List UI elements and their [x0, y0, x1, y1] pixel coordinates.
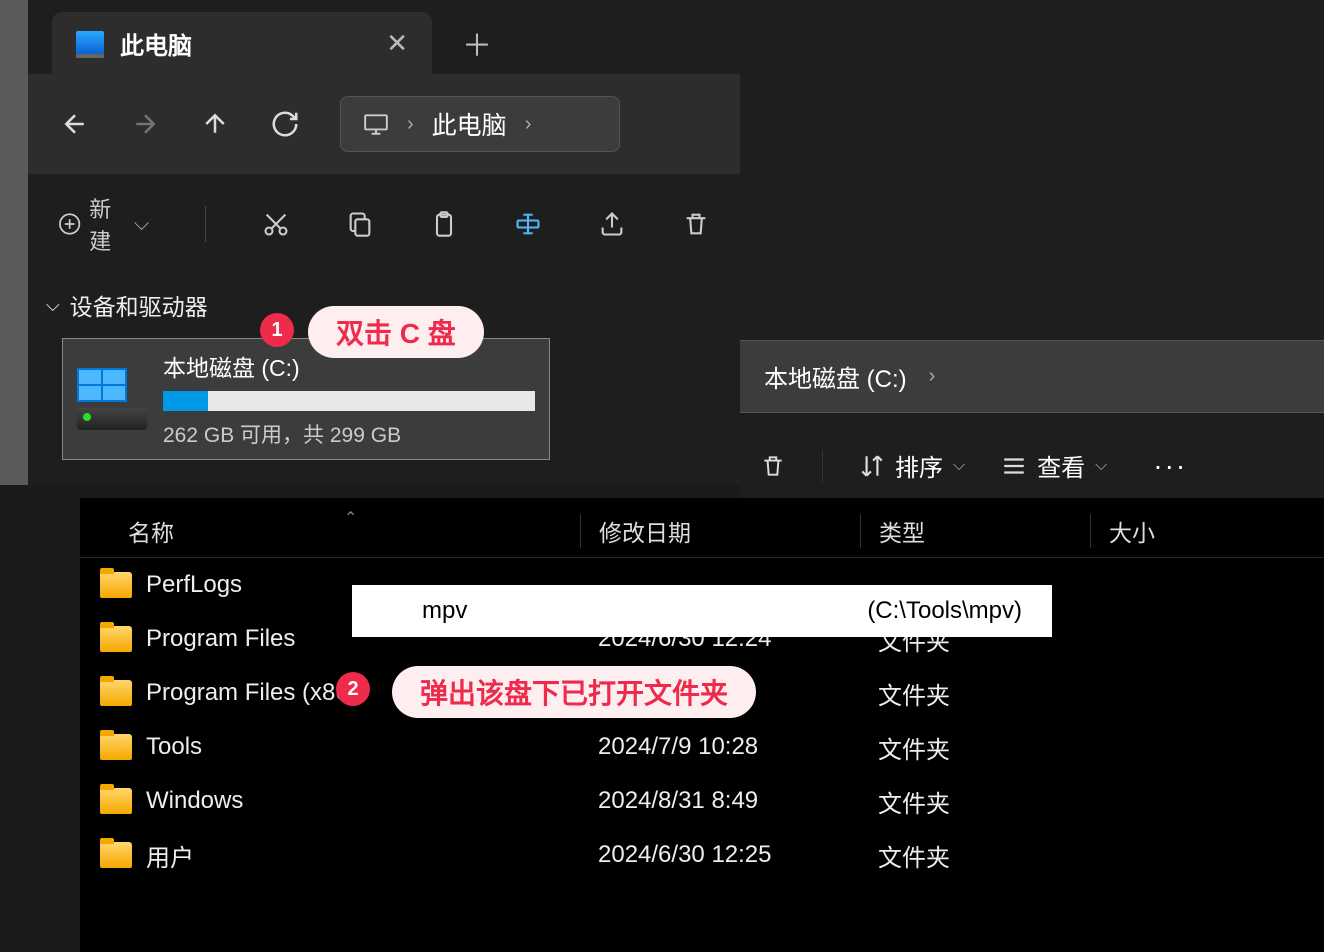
new-button[interactable]: 新建 ⌵: [58, 192, 149, 256]
folder-icon: [100, 788, 132, 814]
col-type[interactable]: 类型: [860, 514, 1090, 548]
chevron-right-icon: ›: [525, 113, 532, 136]
toolbar-right: 排序 ⌵ 查看 ⌵ ···: [740, 436, 1324, 495]
cut-button[interactable]: [262, 210, 290, 238]
folder-icon: [100, 734, 132, 760]
breadcrumb-text: 此电脑: [432, 106, 507, 142]
toolbar: 新建 ⌵: [28, 174, 740, 274]
new-tab-button[interactable]: ＋: [432, 12, 522, 74]
view-label: 查看: [1037, 448, 1085, 483]
view-button[interactable]: 查看 ⌵: [1001, 448, 1107, 483]
table-row[interactable]: 用户 2024/6/30 12:25 文件夹: [80, 828, 1324, 882]
up-button[interactable]: [200, 109, 230, 139]
chevron-down-icon: ⌵: [134, 213, 149, 236]
annotation-badge-1: 1: [260, 313, 294, 347]
drive-icon: [77, 368, 147, 430]
delete-button[interactable]: [682, 210, 710, 238]
col-size[interactable]: 大小: [1090, 514, 1250, 548]
paste-button[interactable]: [430, 210, 458, 238]
column-headers: 名称 ⌃ 修改日期 类型 大小: [80, 504, 1324, 558]
nav-bar: › 此电脑 ›: [28, 74, 740, 174]
close-icon[interactable]: ✕: [386, 28, 408, 59]
copy-button[interactable]: [346, 210, 374, 238]
drive-c[interactable]: 本地磁盘 (C:) 262 GB 可用，共 299 GB: [62, 338, 550, 460]
popup-name: mpv: [422, 597, 467, 625]
chevron-right-icon: ›: [407, 113, 414, 136]
refresh-button[interactable]: [270, 109, 300, 139]
breadcrumb-c[interactable]: 本地磁盘 (C:) ›: [740, 340, 1324, 413]
drive-usage-bar: [163, 391, 535, 411]
col-date[interactable]: 修改日期: [580, 514, 860, 548]
drive-subtitle: 262 GB 可用，共 299 GB: [163, 419, 535, 449]
breadcrumb-text: 本地磁盘 (C:): [764, 359, 907, 394]
annotation-1: 双击 C 盘: [308, 306, 484, 358]
popup-path: (C:\Tools\mpv): [867, 597, 1022, 625]
folder-icon: [100, 842, 132, 868]
monitor-icon: [76, 31, 104, 55]
annotation-badge-2: 2: [336, 672, 370, 706]
delete-button[interactable]: [760, 453, 786, 479]
folder-icon: [100, 626, 132, 652]
monitor-icon: [363, 113, 389, 135]
col-name[interactable]: 名称 ⌃: [80, 514, 580, 548]
file-list: 名称 ⌃ 修改日期 类型 大小 PerfLogs Program Files 2…: [80, 498, 1324, 952]
breadcrumb[interactable]: › 此电脑 ›: [340, 96, 620, 152]
chevron-down-icon: ⌵: [46, 295, 60, 316]
rename-button[interactable]: [514, 210, 542, 238]
folder-icon: [100, 680, 132, 706]
more-button[interactable]: ···: [1153, 450, 1187, 482]
section-label: 设备和驱动器: [70, 288, 208, 322]
folder-icon: [100, 572, 132, 598]
sort-asc-icon: ⌃: [344, 508, 357, 528]
annotation-2: 弹出该盘下已打开文件夹: [392, 666, 756, 718]
chevron-right-icon: ›: [929, 365, 936, 388]
forward-button[interactable]: [130, 109, 160, 139]
table-row[interactable]: Windows 2024/8/31 8:49 文件夹: [80, 774, 1324, 828]
window-chrome-left: [0, 37, 28, 485]
new-label: 新建: [89, 192, 126, 256]
tab-this-pc[interactable]: 此电脑 ✕: [52, 12, 432, 74]
separator: [822, 450, 823, 482]
back-button[interactable]: [60, 109, 90, 139]
chevron-down-icon: ⌵: [953, 457, 965, 475]
separator: [205, 206, 206, 242]
sort-label: 排序: [895, 448, 943, 483]
sort-button[interactable]: 排序 ⌵: [859, 448, 965, 483]
tab-bar: 此电脑 ✕ ＋: [28, 0, 740, 74]
table-row[interactable]: Tools 2024/7/9 10:28 文件夹: [80, 720, 1324, 774]
drive-info: 本地磁盘 (C:) 262 GB 可用，共 299 GB: [163, 349, 535, 449]
share-button[interactable]: [598, 210, 626, 238]
explorer-window-this-pc: 此电脑 ✕ ＋ › 此电脑 › 新建 ⌵: [28, 0, 740, 485]
chevron-down-icon: ⌵: [1095, 457, 1107, 475]
tab-title: 此电脑: [120, 26, 192, 61]
recent-folder-popup[interactable]: mpv (C:\Tools\mpv): [352, 585, 1052, 637]
